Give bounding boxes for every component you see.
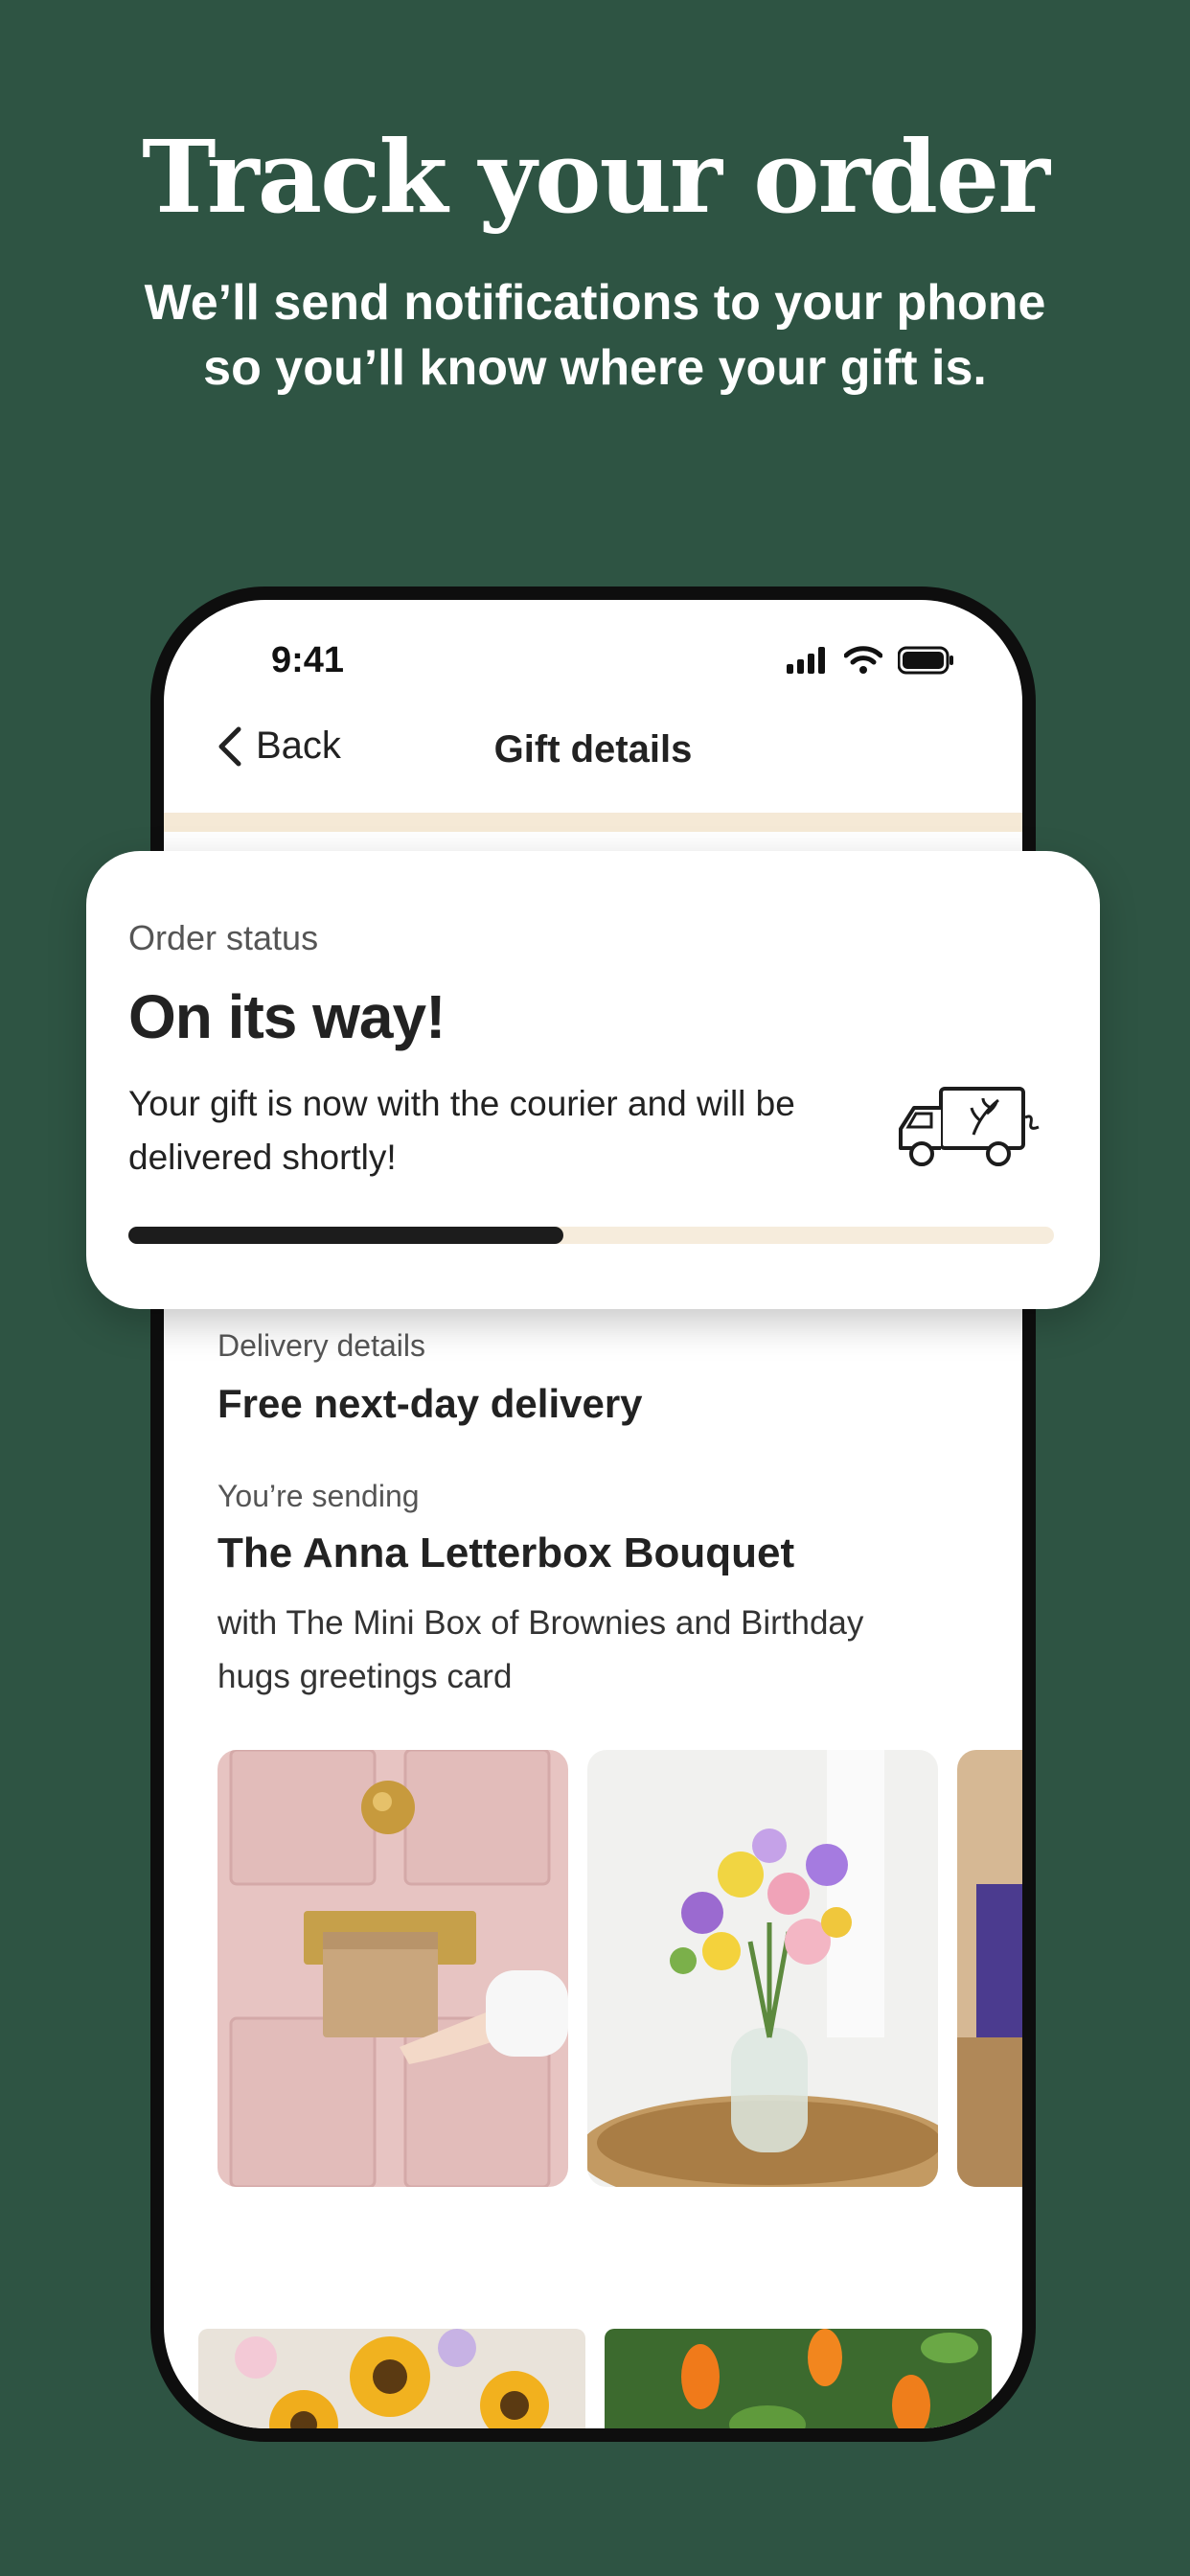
gallery-image-bouquet[interactable]: [587, 1750, 938, 2187]
delivery-truck-icon: [899, 1087, 1040, 1166]
product-title: The Anna Letterbox Bouquet: [217, 1530, 795, 1576]
status-icons: [787, 646, 955, 675]
order-status-title: On its way!: [128, 982, 446, 1051]
product-card-peppers[interactable]: [605, 2329, 992, 2428]
promo-subline-line-2: so you’ll know where your gift is.: [203, 340, 987, 396]
sending-label: You’re sending: [217, 1479, 420, 1513]
wifi-icon: [844, 646, 882, 674]
header-divider: [164, 813, 1022, 832]
order-status-card: Order status On its way! Your gift is no…: [86, 851, 1100, 1309]
sunflowers-photo: [198, 2329, 585, 2428]
delivery-value: Free next-day delivery: [217, 1381, 643, 1426]
order-status-label: Order status: [128, 918, 319, 957]
order-progress-fill: [128, 1227, 564, 1244]
order-status-description: Your gift is now with the courier and wi…: [128, 1084, 795, 1177]
order-progress-track: [128, 1227, 1054, 1244]
peppers-photo: [605, 2329, 992, 2428]
delivery-label: Delivery details: [217, 1328, 425, 1363]
letterbox-photo: [217, 1750, 568, 2187]
page-title: Gift details: [493, 728, 693, 770]
battery-icon: [898, 646, 953, 675]
promo-subline-line-1: We’ll send notifications to your phone: [144, 275, 1046, 331]
bouquet-photo: [587, 1750, 938, 2187]
gift-details: Delivery details Free next-day delivery …: [217, 1328, 984, 1704]
product-card-sunflowers[interactable]: [198, 2329, 585, 2428]
product-extras: with The Mini Box of Brownies and Birthd…: [217, 1604, 864, 1695]
more-products: [198, 2329, 992, 2428]
promo-subline: We’ll send notifications to your phone s…: [0, 270, 1190, 401]
gallery-image-letterbox[interactable]: [217, 1750, 568, 2187]
gallery-image-brownies[interactable]: [957, 1750, 1022, 2187]
signal-icon: [787, 647, 825, 674]
product-gallery[interactable]: [217, 1750, 1022, 2187]
promo-headline: Track your order: [142, 118, 1050, 236]
status-time: 9:41: [271, 640, 345, 680]
brownies-photo: [957, 1750, 1022, 2187]
